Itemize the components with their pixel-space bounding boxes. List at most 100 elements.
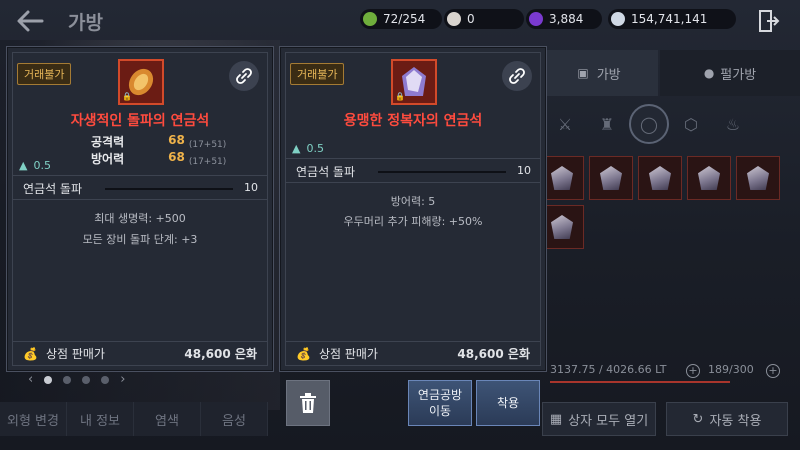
break-label: 연금석 돌파	[296, 165, 356, 179]
stat-defense: 방어력 68 (17+51)	[91, 150, 226, 167]
refresh-icon: ↻	[692, 411, 704, 427]
pager: ‹ ›	[28, 372, 125, 387]
crystal-icon[interactable]: ⬡	[671, 104, 711, 144]
crossed-swords-icon[interactable]: ⚔	[545, 104, 585, 144]
stat-label: 방어력	[91, 152, 125, 166]
auto-equip-button[interactable]: ↻ 자동 착용	[666, 402, 788, 436]
silver-coin-icon	[611, 12, 625, 26]
inventory-slot[interactable]	[638, 156, 682, 200]
top-bar: 가방 72/254 0 3,884 154,741,141	[0, 0, 800, 40]
currency-silver-value: 154,741,141	[631, 12, 708, 26]
sell-price-row: 💰 상점 판매가 48,600 은화	[13, 341, 267, 365]
tab-voice[interactable]: 음성	[201, 402, 268, 436]
stat-label: 공격력	[91, 135, 125, 149]
effect-line: 우두머리 추가 피해량: +50%	[343, 215, 483, 228]
stat-detail: (17+51)	[188, 157, 227, 167]
sell-price-label: 상점 판매가	[318, 347, 378, 361]
link-icon[interactable]	[502, 61, 532, 91]
break-value: 10	[244, 181, 258, 194]
pager-dot[interactable]	[63, 375, 72, 384]
inventory-slot[interactable]	[589, 156, 633, 200]
break-value: 10	[517, 164, 531, 177]
money-bag-icon: 💰	[296, 346, 311, 361]
break-progress-bar	[105, 188, 233, 190]
tab-bag-label: 가방	[596, 67, 621, 83]
alchemy-workshop-button[interactable]: 연금공방 이동	[408, 380, 472, 426]
armor-icon[interactable]: ♜	[587, 104, 627, 144]
pager-dot[interactable]	[44, 375, 53, 384]
equip-button[interactable]: 착용	[476, 380, 540, 426]
add-weight-icon[interactable]: +	[686, 364, 700, 378]
bag-panel: ▣ 가방 ● 펄가방 ⚔ ♜ ◯ ⬡ ♨	[540, 50, 800, 450]
currency-energy-value: 72/254	[383, 12, 426, 26]
alchemy-stone-red-icon: 🔒	[118, 59, 164, 105]
item-weight: ▲ 0.5	[19, 159, 51, 172]
slot-count: 189/300	[708, 363, 754, 376]
stat-detail: (17+51)	[188, 140, 227, 150]
weight-icon: ▲	[292, 142, 301, 155]
potion-icon[interactable]: ♨	[713, 104, 753, 144]
item-weight-value: 0.5	[306, 142, 324, 155]
alchemy-stone-purple-icon: 🔒	[391, 59, 437, 105]
break-label: 연금석 돌파	[23, 182, 83, 196]
tab-pearl-bag[interactable]: ● 펄가방	[660, 50, 800, 96]
effect-line: 방어력: 5	[390, 195, 436, 208]
pearl-bag-icon: ●	[703, 66, 715, 80]
link-icon[interactable]	[229, 61, 259, 91]
untradeable-badge: 거래불가	[17, 63, 72, 85]
delete-button[interactable]	[286, 380, 330, 426]
currency-crystal: 3,884	[526, 9, 602, 29]
inventory-slot[interactable]	[687, 156, 731, 200]
alchemy-stone-icon	[600, 166, 622, 190]
weight-readout: 3137.75 / 4026.66 LT	[550, 363, 667, 376]
stat-attack: 공격력 68 (17+51)	[91, 133, 226, 150]
lock-icon: 🔒	[122, 92, 132, 101]
stat-value: 68	[168, 133, 185, 147]
tab-dye[interactable]: 염색	[134, 402, 201, 436]
sell-price-value: 48,600 은화	[457, 347, 530, 361]
currency-pearl-value: 0	[467, 12, 475, 26]
currency-crystal-value: 3,884	[549, 12, 584, 26]
green-token-icon	[363, 12, 377, 26]
pager-prev-icon[interactable]: ‹	[28, 372, 33, 387]
divider	[13, 175, 267, 176]
currency-pearl: 0	[444, 9, 524, 29]
alchemy-stone-icon	[698, 166, 720, 190]
tab-pearl-bag-label: 펄가방	[720, 67, 757, 83]
exit-icon[interactable]	[758, 9, 780, 33]
auto-equip-label: 자동 착용	[709, 413, 762, 429]
purple-crystal-icon	[529, 12, 543, 26]
pager-dot[interactable]	[82, 375, 91, 384]
divider	[286, 182, 540, 183]
pager-next-icon[interactable]: ›	[120, 372, 125, 387]
alchemy-stone-icon	[747, 166, 769, 190]
inventory-slot[interactable]	[736, 156, 780, 200]
item-weight: ▲ 0.5	[292, 142, 324, 155]
pager-dot[interactable]	[101, 375, 110, 384]
break-progress-bar	[378, 171, 506, 173]
add-slot-icon[interactable]: +	[766, 364, 780, 378]
divider	[13, 199, 267, 200]
sell-price-value: 48,600 은화	[184, 347, 257, 361]
item-weight-value: 0.5	[33, 159, 51, 172]
item-name: 자생적인 돌파의 연금석	[70, 113, 210, 129]
divider	[286, 158, 540, 159]
tab-bag[interactable]: ▣ 가방	[540, 50, 658, 96]
effect-line: 최대 생명력: +500	[94, 212, 186, 225]
item-tooltip-equipped: 거래불가 🔒 자생적인 돌파의 연금석 공격력 68 (17+51) 방어력 6…	[6, 46, 274, 372]
page-title: 가방	[68, 12, 103, 34]
tab-appearance[interactable]: 외형 변경	[0, 402, 67, 436]
ring-icon[interactable]: ◯	[629, 104, 669, 144]
left-menu-tabs: 외형 변경 내 정보 염색 음성	[0, 402, 268, 436]
alchemy-stone-icon	[551, 166, 573, 190]
currency-silver: 154,741,141	[608, 9, 736, 29]
lock-icon: 🔒	[395, 92, 405, 101]
back-arrow-icon[interactable]	[14, 8, 46, 34]
untradeable-badge: 거래불가	[290, 63, 345, 85]
open-all-boxes-button[interactable]: ▦ 상자 모두 열기	[542, 402, 656, 436]
item-name: 용맹한 정복자의 연금석	[343, 113, 483, 129]
stat-value: 68	[168, 150, 185, 164]
sell-price-row: 💰 상점 판매가 48,600 은화	[286, 341, 540, 365]
tab-my-info[interactable]: 내 정보	[67, 402, 134, 436]
filter-row: ⚔ ♜ ◯ ⬡ ♨	[540, 100, 800, 148]
